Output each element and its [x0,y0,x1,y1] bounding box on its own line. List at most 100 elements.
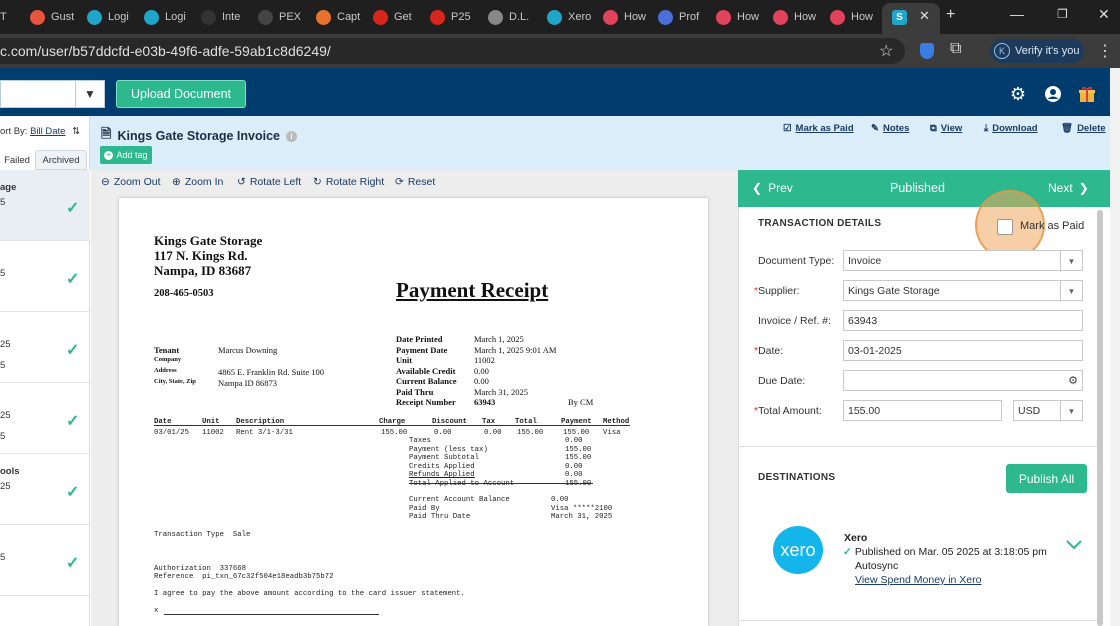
tab-archived[interactable]: Archived [35,150,87,170]
summary-value: 0.00 [565,471,583,480]
currency-select[interactable]: USD ▼ [1013,400,1083,422]
chevron-down-icon[interactable] [1065,538,1083,556]
list-item[interactable]: 5 ✓ [0,241,90,312]
bookmark-star-icon[interactable]: ☆ [879,41,893,61]
list-item[interactable]: 5 ✓ [0,525,90,596]
action-download[interactable]: ⤓ Download [984,123,1038,134]
table-cell: 155.00 [381,429,408,437]
meta-value: 63943 [474,397,496,407]
list-item[interactable]: ools 25 ✓ [0,454,90,525]
sort-order-icon[interactable]: ⇅ [72,126,80,137]
table-cell: 0.00 [484,429,502,437]
check-icon: ✓ [66,484,80,501]
action-label: Mark as Paid [795,123,854,134]
browser-tab[interactable]: How [716,6,766,28]
action-notes[interactable]: ✎ Notes [871,123,909,134]
browser-tab[interactable]: Logi [144,6,194,28]
browser-tab[interactable]: How [603,6,653,28]
list-item-title: age [0,182,17,193]
total-amount-input[interactable]: 155.00 [843,400,1002,421]
browser-tab[interactable]: P25 [430,6,480,28]
browser-tab[interactable]: How [830,6,880,28]
browser-tab[interactable]: Get [373,6,423,28]
check-icon: ✓ [66,342,80,359]
rotate-right-button[interactable]: ↻ Rotate Right [313,176,384,188]
due-date-input[interactable]: ⚙ [843,370,1083,391]
add-tag-button[interactable]: + Add tag [100,146,152,164]
action-delete[interactable]: 🗑 Delete [1061,123,1106,134]
gear-icon[interactable]: ⚙ [1068,374,1078,387]
tenant-value: Marcus Downing [218,345,278,355]
table-header: Description [236,418,285,426]
chevron-right-icon: ❯ [1078,181,1089,195]
invoice-ref-input[interactable]: 63943 [843,310,1083,331]
action-mark-as-paid[interactable]: ☑ Mark as Paid [783,123,854,134]
list-item[interactable]: 25 5 ✓ [0,312,90,383]
action-view[interactable]: ⧉ View [930,123,962,134]
next-button[interactable]: Next ❯ [1048,181,1089,195]
browser-tab[interactable]: Logi [87,6,137,28]
mark-as-paid-checkbox[interactable] [997,219,1013,235]
tab-failed[interactable]: Failed [0,150,34,170]
app-logo-icon [87,9,102,25]
browser-tab[interactable]: Inte [201,6,251,28]
page-scrollbar[interactable] [1110,68,1120,626]
capterra-icon [316,9,331,25]
supplier-select[interactable]: Kings Gate Storage ▼ [843,280,1083,302]
dropdown-arrow-icon: ▼ [1060,281,1082,302]
meta-value: 11002 [474,355,495,365]
view-spend-money-link[interactable]: View Spend Money in Xero [855,574,981,586]
table-header: Method [603,418,630,426]
zoom-in-icon: ⊕ [172,176,181,188]
close-window-icon[interactable]: ✕ [1098,6,1110,23]
info-icon[interactable]: i [286,130,297,142]
summary-label: Total Applied to Account [409,480,515,488]
browser-tab[interactable]: T [0,6,24,28]
browser-tab[interactable]: How [773,6,823,28]
panel-scrollbar[interactable] [1097,210,1103,626]
zoom-in-button[interactable]: ⊕ Zoom In [172,176,223,188]
upload-document-button[interactable]: Upload Document [116,80,246,108]
shield-extension-icon[interactable] [920,43,934,59]
search-dropdown-button[interactable]: ▼ [75,80,105,108]
document-type-value: Invoice [848,255,882,267]
list-item[interactable]: 25 5 ✓ [0,383,90,454]
rotate-left-button[interactable]: ↺ Rotate Left [237,176,301,188]
browser-tab[interactable]: Gust [30,6,80,28]
extensions-puzzle-icon[interactable]: ⧉ [950,40,961,58]
status-filter-tabs: Failed Archived [0,150,90,170]
browser-tab[interactable]: PEX [258,6,308,28]
browser-menu-icon[interactable]: ⋮ [1097,41,1113,61]
invoice-ref-label: Invoice / Ref. #: [758,315,831,327]
browser-tab-label: Inte [222,11,241,23]
url-field[interactable]: c.com/user/b57ddcfd-e03b-49f6-adfe-59ab1… [0,38,905,64]
sort-prefix: ort By: [0,126,31,137]
user-icon[interactable] [1043,84,1063,104]
new-tab-icon[interactable]: + [946,6,955,24]
browser-tab[interactable]: Xero [547,6,597,28]
gift-icon[interactable] [1077,84,1097,104]
b-icon [201,9,216,25]
close-tab-icon[interactable]: ✕ [919,8,930,24]
date-input[interactable]: 03-01-2025 [843,340,1083,361]
restore-icon[interactable]: ❐ [1057,7,1068,21]
list-item[interactable]: age 5 ✓ [0,170,90,241]
sort-value[interactable]: Bill Date [30,126,65,137]
gear-icon[interactable]: ⚙ [1008,84,1028,104]
prev-button[interactable]: ❮ Prev [752,181,793,195]
minimize-icon[interactable]: — [1010,6,1024,22]
search-input[interactable] [0,80,76,108]
browser-tab-label: T [0,11,7,23]
browser-tab[interactable]: Capt [316,6,366,28]
gusto-icon [30,9,45,25]
zoom-out-button[interactable]: ⊖ Zoom Out [101,176,161,188]
publish-all-button[interactable]: Publish All [1006,464,1087,493]
mark-as-paid-label: Mark as Paid [1020,220,1085,232]
sort-by-control[interactable]: ort By: Bill Date ⇅ [0,126,80,137]
verify-identity-button[interactable]: K Verify it's you [990,39,1084,63]
reset-button[interactable]: ⟳ Reset [395,176,435,188]
browser-tab[interactable]: D.L. [488,6,538,28]
document-type-select[interactable]: Invoice ▼ [843,250,1083,272]
active-tab[interactable]: S ✕ [882,3,940,34]
browser-tab[interactable]: Prof [658,6,708,28]
